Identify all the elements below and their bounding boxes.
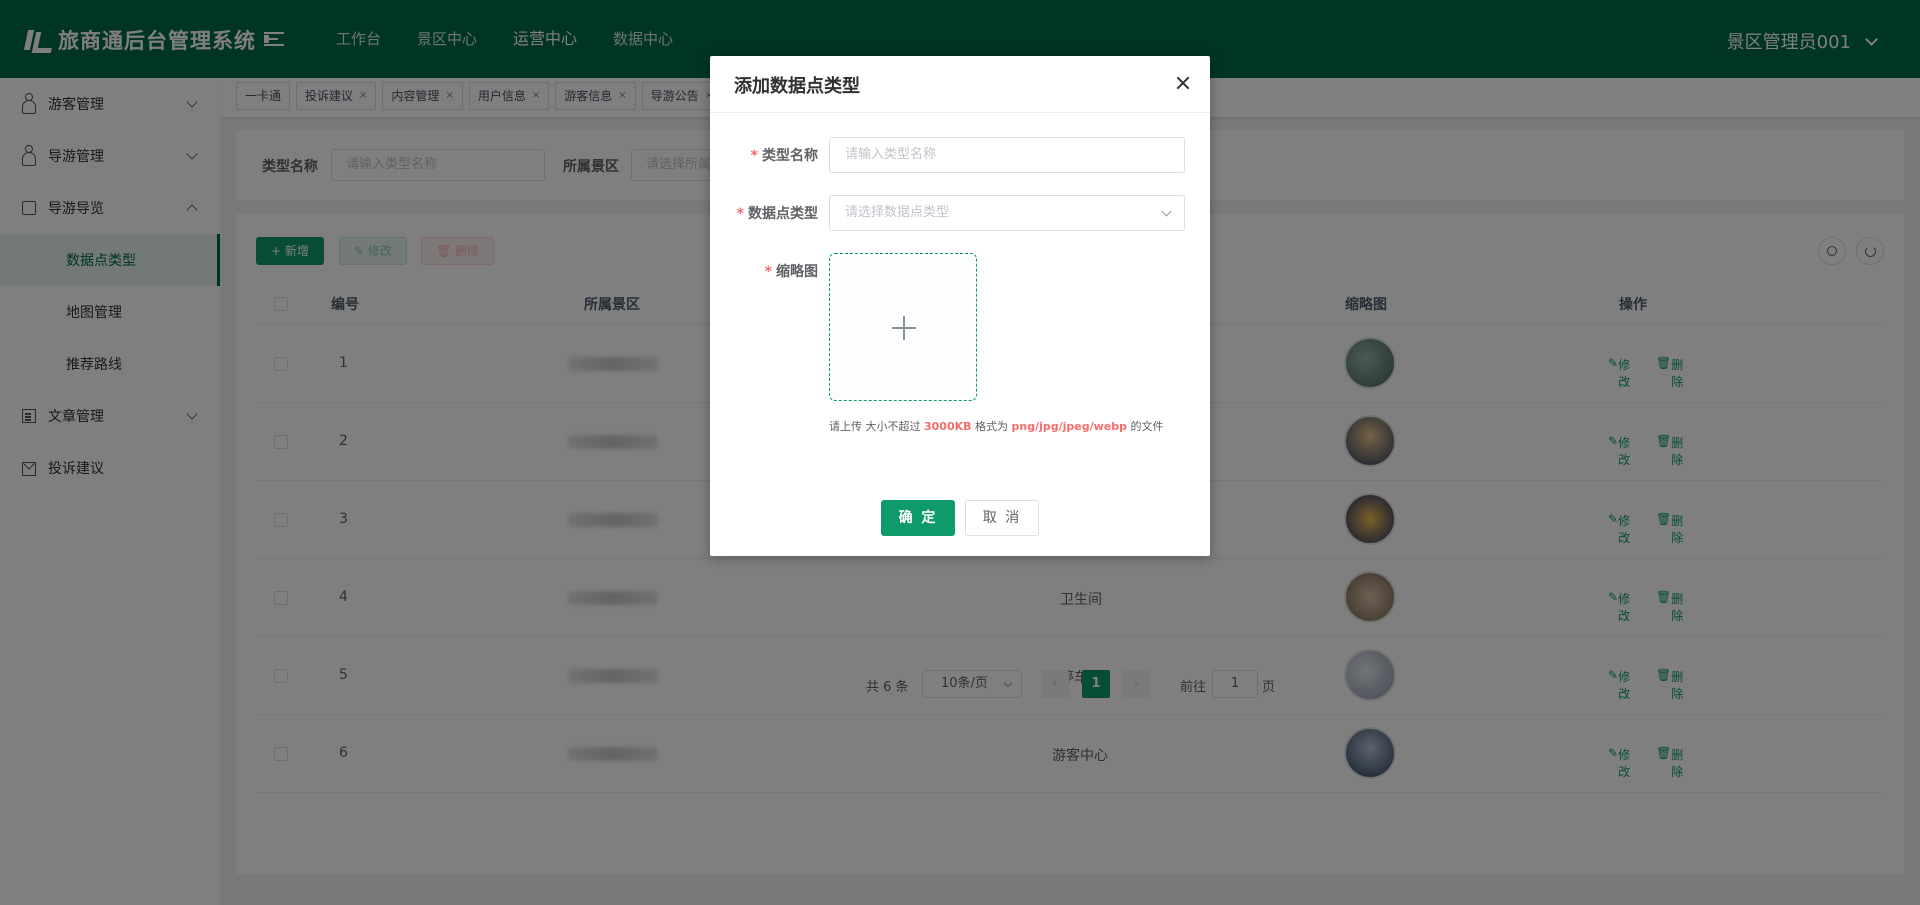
tip-text: 格式为 [971, 420, 1012, 433]
dialog-divider [710, 112, 1210, 113]
tip-text: 请上传 大小不超过 [829, 420, 924, 433]
label-text: 类型名称 [762, 148, 818, 164]
confirm-button[interactable]: 确 定 [881, 500, 955, 536]
dialog-title: 添加数据点类型 [734, 76, 860, 97]
tip-formats: png/jpg/jpeg/webp [1011, 420, 1128, 433]
point-type-field-label: * 数据点类型 [736, 206, 818, 222]
thumbnail-field-label: * 缩略图 [764, 264, 818, 280]
upload-tip: 请上传 大小不超过 3000KB 格式为 png/jpg/jpeg/webp 的… [829, 418, 1164, 434]
close-icon[interactable] [1176, 76, 1190, 90]
point-type-select[interactable]: 请选择数据点类型 [829, 195, 1185, 231]
type-name-field[interactable]: 请输入类型名称 [829, 137, 1185, 173]
tip-text: 的文件 [1127, 420, 1164, 433]
thumbnail-upload[interactable] [829, 253, 977, 401]
add-data-point-type-dialog: 添加数据点类型 * 类型名称 请输入类型名称 * 数据点类型 请选择数据点类型 * 缩… [710, 56, 1210, 556]
chevron-down-icon [1161, 206, 1172, 217]
select-placeholder: 请选择数据点类型 [845, 205, 950, 220]
type-name-field-label: * 类型名称 [750, 148, 818, 164]
cancel-button[interactable]: 取 消 [965, 500, 1039, 536]
label-text: 数据点类型 [748, 206, 818, 222]
tip-size: 3000KB [924, 420, 972, 433]
label-text: 缩略图 [776, 264, 818, 280]
